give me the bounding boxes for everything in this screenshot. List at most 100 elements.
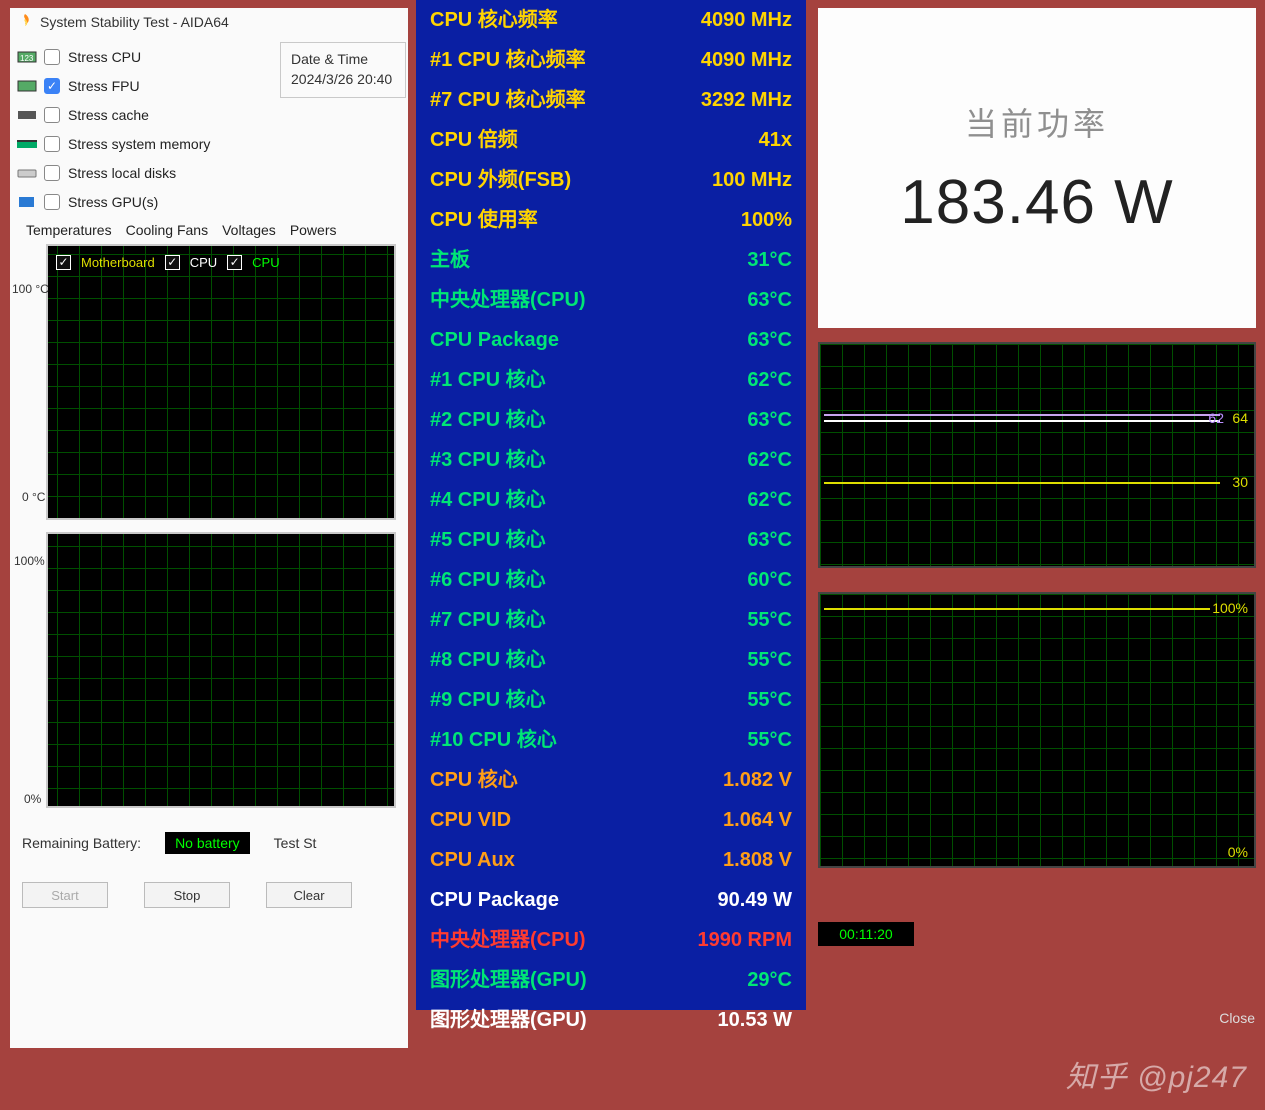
checkbox[interactable] (44, 136, 60, 152)
legend-cpu[interactable]: CPU (190, 255, 217, 270)
stat-label: 图形处理器(GPU) (430, 962, 587, 998)
osd-stats-panel: CPU 核心频率4090 MHz#1 CPU 核心频率4090 MHz#7 CP… (416, 0, 806, 1010)
stat-label: #7 CPU 核心 (430, 602, 546, 638)
tab-voltages[interactable]: Voltages (222, 222, 276, 238)
stress-stress-gpu-s-[interactable]: Stress GPU(s) (16, 187, 274, 216)
stat-label: #9 CPU 核心 (430, 682, 546, 718)
stat-row: CPU 使用率100% (416, 200, 806, 240)
axis-label: 100% (14, 554, 45, 568)
chart-grid (820, 344, 1254, 566)
axis-label: 100% (1212, 600, 1248, 616)
datetime-label: Date & Time (291, 51, 395, 67)
stat-label: CPU Package (430, 322, 559, 358)
tab-temperatures[interactable]: Temperatures (26, 222, 112, 238)
chart-value: 62 (1208, 410, 1224, 426)
stat-row: #9 CPU 核心 55°C (416, 680, 806, 720)
stat-value: 55°C (747, 682, 792, 718)
right-temperature-chart[interactable]: 62 64 30 (818, 342, 1256, 568)
stat-label: CPU 使用率 (430, 202, 538, 238)
legend-cpu2[interactable]: CPU (252, 255, 279, 270)
stress-stress-cache[interactable]: Stress cache (16, 100, 274, 129)
clear-button[interactable]: Clear (266, 882, 352, 908)
stat-row: 图形处理器(GPU)10.53 W (416, 1000, 806, 1040)
legend-checkbox[interactable] (227, 255, 242, 270)
checkbox[interactable] (44, 107, 60, 123)
stat-row: #10 CPU 核心55°C (416, 720, 806, 760)
stat-label: #1 CPU 核心 (430, 362, 546, 398)
stat-label: #5 CPU 核心 (430, 522, 546, 558)
temperature-chart[interactable]: Motherboard CPU CPU (46, 244, 396, 520)
tab-powers[interactable]: Powers (290, 222, 337, 238)
power-label: 当前功率 (965, 99, 1109, 145)
stat-label: #10 CPU 核心 (430, 722, 557, 758)
device-icon (16, 78, 38, 94)
stress-label: Stress GPU(s) (68, 194, 158, 210)
status-row: Remaining Battery: No battery Test St (10, 816, 408, 854)
stat-row: #7 CPU 核心55°C (416, 600, 806, 640)
stat-row: CPU 外频(FSB)100 MHz (416, 160, 806, 200)
stat-label: #8 CPU 核心 (430, 642, 546, 678)
stat-value: 90.49 W (718, 882, 792, 918)
stress-stress-cpu[interactable]: 123Stress CPU (16, 42, 274, 71)
stat-value: 100 MHz (712, 162, 792, 198)
stat-value: 63°C (747, 522, 792, 558)
stat-row: #6 CPU 核心60°C (416, 560, 806, 600)
stat-value: 31°C (747, 242, 792, 278)
stat-row: CPU 核心1.082 V (416, 760, 806, 800)
device-icon (16, 136, 38, 152)
stat-row: 图形处理器(GPU)29°C (416, 960, 806, 1000)
stat-label: #4 CPU 核心 (430, 482, 546, 518)
checkbox[interactable] (44, 78, 60, 94)
elapsed-timer-badge: 00:11:20 (818, 922, 914, 946)
start-button[interactable]: Start (22, 882, 108, 908)
stress-options: 123Stress CPUStress FPUStress cache Stres… (10, 36, 408, 216)
stat-value: 1.082 V (723, 762, 792, 798)
stat-label: CPU 核心频率 (430, 2, 558, 38)
stat-row: CPU Aux1.808 V (416, 840, 806, 880)
checkbox[interactable] (44, 194, 60, 210)
legend-checkbox[interactable] (165, 255, 180, 270)
tab-cooling-fans[interactable]: Cooling Fans (126, 222, 209, 238)
stat-row: 中央处理器(CPU)63°C (416, 280, 806, 320)
stress-stress-system-memory[interactable]: Stress system memory (16, 129, 274, 158)
battery-label: Remaining Battery: (22, 835, 141, 851)
stress-stress-local-disks[interactable]: Stress local disks (16, 158, 274, 187)
chart-line-100 (824, 608, 1210, 610)
stat-value: 4090 MHz (701, 2, 792, 38)
chart-value: 64 (1232, 410, 1248, 426)
stat-value: 60°C (747, 562, 792, 598)
checkbox[interactable] (44, 49, 60, 65)
stat-label: CPU 倍频 (430, 122, 518, 158)
legend-motherboard[interactable]: Motherboard (81, 255, 155, 270)
checkbox[interactable] (44, 165, 60, 181)
stop-button[interactable]: Stop (144, 882, 230, 908)
window-titlebar[interactable]: System Stability Test - AIDA64 (10, 8, 408, 36)
legend-checkbox[interactable] (56, 255, 71, 270)
axis-label: 0% (1228, 844, 1248, 860)
stat-label: CPU VID (430, 802, 511, 838)
axis-label: 100 °C (12, 282, 49, 296)
stat-row: #7 CPU 核心频率3292 MHz (416, 80, 806, 120)
right-usage-chart[interactable]: 100% 0% (818, 592, 1256, 868)
chart-line-yellow (824, 482, 1220, 484)
close-button[interactable]: Close (1219, 1010, 1255, 1026)
watermark: 知乎 @pj247 (1066, 1052, 1247, 1096)
stat-row: #2 CPU 核心63°C (416, 400, 806, 440)
stress-label: Stress CPU (68, 49, 141, 65)
stat-row: #1 CPU 核心 62°C (416, 360, 806, 400)
stress-stress-fpu[interactable]: Stress FPU (16, 71, 274, 100)
stat-value: 62°C (747, 442, 792, 478)
fire-icon (16, 13, 34, 31)
stat-row: #1 CPU 核心频率4090 MHz (416, 40, 806, 80)
stat-label: #1 CPU 核心频率 (430, 42, 586, 78)
stat-row: CPU Package 63°C (416, 320, 806, 360)
stat-label: #3 CPU 核心 (430, 442, 546, 478)
stat-label: 中央处理器(CPU) (430, 282, 586, 318)
stat-value: 62°C (747, 362, 792, 398)
tab-bar: Temperatures Cooling Fans Voltages Power… (10, 216, 408, 240)
aida64-window: System Stability Test - AIDA64 123Stress… (10, 8, 408, 1048)
battery-status-badge: No battery (165, 832, 250, 854)
stat-value: 63°C (747, 322, 792, 358)
usage-chart[interactable] (46, 532, 396, 808)
stress-label: Stress system memory (68, 136, 210, 152)
